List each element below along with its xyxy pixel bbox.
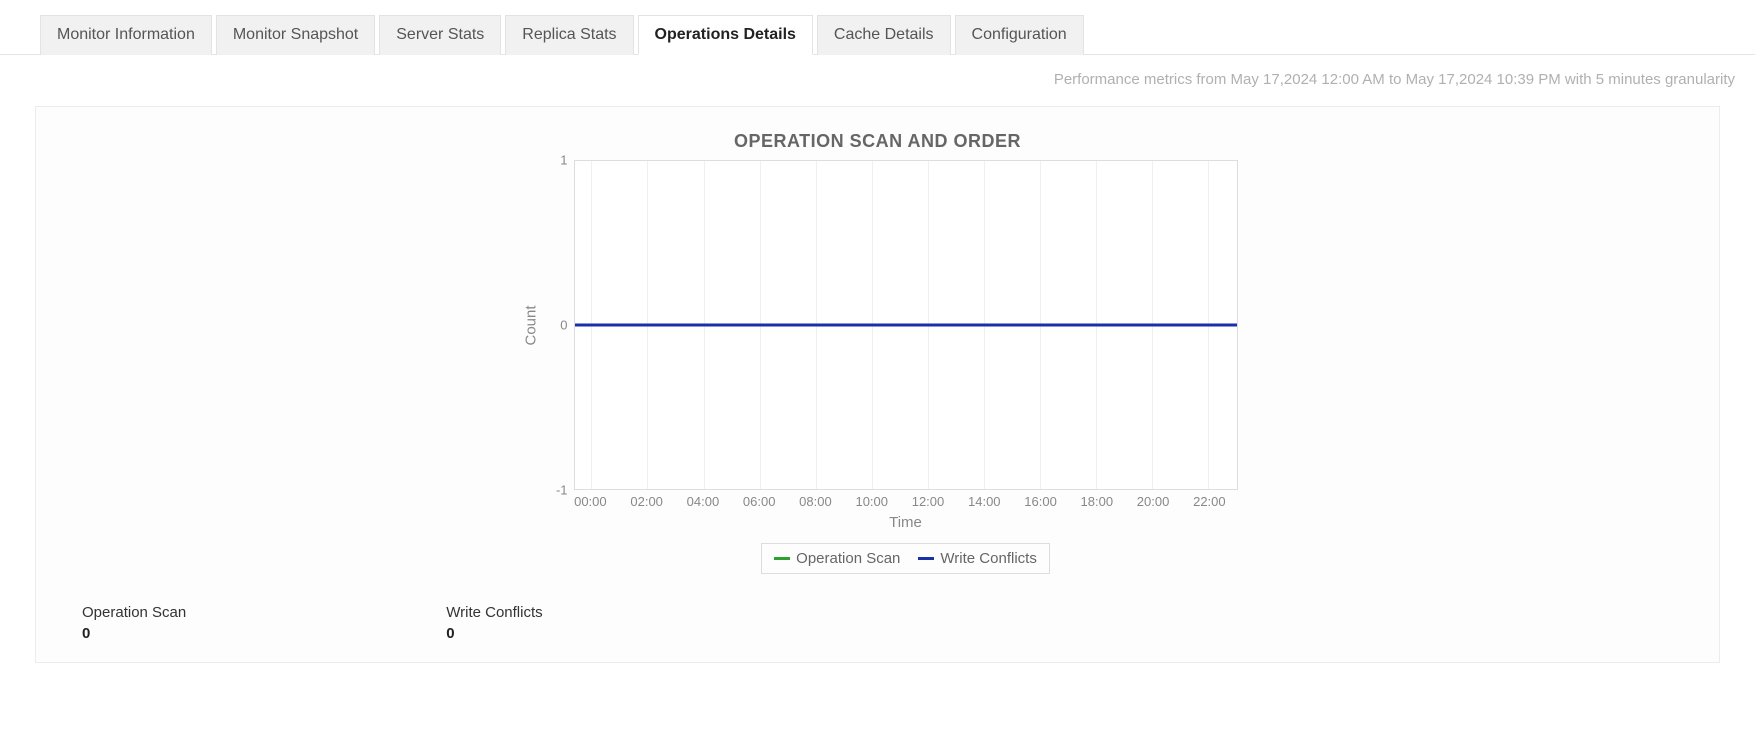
x-tick: 14:00 [968,494,1001,509]
tab-configuration[interactable]: Configuration [955,15,1084,55]
metrics-range-note: Performance metrics from May 17,2024 12:… [0,55,1755,96]
chart-legend: Operation Scan Write Conflicts [761,543,1050,574]
stat-write-conflicts: Write Conflicts 0 [446,604,542,642]
x-tick: 12:00 [912,494,945,509]
chart-title: OPERATION SCAN AND ORDER [36,131,1719,152]
stats-row: Operation Scan 0 Write Conflicts 0 [36,574,1719,642]
chart-area: Count 1 0 -1 00:00 02:00 04:00 06:00 08:00 10… [518,160,1238,574]
x-tick: 16:00 [1024,494,1057,509]
stat-label: Operation Scan [82,604,186,621]
x-tick: 10:00 [855,494,888,509]
y-axis-label: Count [523,305,540,345]
x-tick: 20:00 [1137,494,1170,509]
y-axis-ticks: 1 0 -1 [546,160,574,490]
x-tick: 06:00 [743,494,776,509]
y-tick: -1 [556,483,568,498]
x-tick: 22:00 [1193,494,1226,509]
x-tick: 00:00 [574,494,607,509]
stat-label: Write Conflicts [446,604,542,621]
legend-swatch [774,557,790,560]
chart-panel: OPERATION SCAN AND ORDER Count 1 0 -1 00… [35,106,1720,663]
tab-monitor-snapshot[interactable]: Monitor Snapshot [216,15,375,55]
legend-swatch [918,557,934,560]
y-tick: 1 [560,153,567,168]
legend-label: Operation Scan [796,550,900,567]
tab-operations-details[interactable]: Operations Details [638,15,813,55]
stat-value: 0 [446,625,542,642]
tabs-bar: Monitor Information Monitor Snapshot Ser… [0,0,1755,55]
legend-label: Write Conflicts [940,550,1036,567]
tab-server-stats[interactable]: Server Stats [379,15,501,55]
x-axis-label: Time [574,514,1238,531]
x-tick: 02:00 [630,494,663,509]
tab-cache-details[interactable]: Cache Details [817,15,951,55]
stat-value: 0 [82,625,186,642]
x-tick: 18:00 [1081,494,1114,509]
tab-replica-stats[interactable]: Replica Stats [505,15,633,55]
series-line-write-conflicts [575,324,1237,327]
tab-monitor-information[interactable]: Monitor Information [40,15,212,55]
x-tick: 04:00 [687,494,720,509]
y-tick: 0 [560,318,567,333]
plot-area[interactable] [574,160,1238,490]
x-tick: 08:00 [799,494,832,509]
stat-operation-scan: Operation Scan 0 [82,604,186,642]
x-axis-ticks: 00:00 02:00 04:00 06:00 08:00 10:00 12:00 14:00… [574,490,1238,512]
